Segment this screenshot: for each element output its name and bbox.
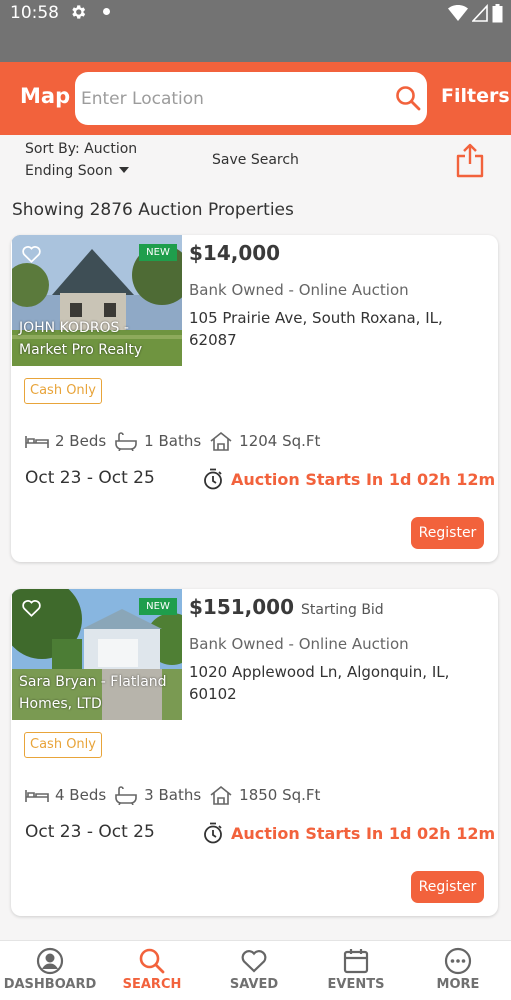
property-photo[interactable]: NEW JOHN KODROS - Market Pro Realty xyxy=(12,235,182,366)
auction-countdown: Auction Starts In 1d 02h 12m xyxy=(203,822,495,844)
settings-gear-icon xyxy=(72,5,86,19)
nav-label: DASHBOARD xyxy=(3,977,97,992)
results-summary: Showing 2876 Auction Properties xyxy=(12,200,294,220)
search-icon xyxy=(139,948,165,974)
heart-icon xyxy=(241,950,267,973)
auction-dates: Oct 23 - Oct 25 xyxy=(25,468,155,488)
listing-card[interactable]: NEW JOHN KODROS - Market Pro Realty $14,… xyxy=(11,235,498,562)
location-search-box xyxy=(75,72,427,125)
nav-item-more[interactable]: MORE xyxy=(408,947,508,992)
register-button[interactable]: Register xyxy=(411,517,484,549)
calendar-icon xyxy=(343,949,369,974)
property-features: 4 Beds 3 Baths 1850 Sq.Ft xyxy=(25,785,328,805)
cash-only-badge: Cash Only xyxy=(24,378,102,404)
auction-dates: Oct 23 - Oct 25 xyxy=(25,822,155,842)
listing-address: 1020 Applewood Ln, Algonquin, IL, 60102 xyxy=(189,663,450,703)
filters-button[interactable]: Filters xyxy=(441,85,510,107)
bathtub-icon xyxy=(115,786,137,805)
bottom-navigation: DASHBOARD SEARCH SAVED EVENTS MORE xyxy=(0,940,511,1000)
countdown-text: Auction Starts In 1d 02h 12m xyxy=(231,469,496,489)
caret-down-icon xyxy=(118,167,129,173)
notification-dot-icon xyxy=(103,8,110,15)
price-note: Starting Bid xyxy=(301,602,384,618)
nav-item-search[interactable]: SEARCH xyxy=(102,947,202,992)
status-time: 10:58 xyxy=(10,3,59,23)
house-area-icon xyxy=(210,785,232,805)
nav-item-dashboard[interactable]: DASHBOARD xyxy=(0,947,100,992)
nav-label: SEARCH xyxy=(122,977,182,992)
status-bar: 10:58 xyxy=(0,0,511,62)
account-circle-icon xyxy=(36,947,64,975)
bathtub-icon xyxy=(115,432,137,451)
beds-count: 4 Beds xyxy=(55,786,107,804)
location-search-input[interactable] xyxy=(81,72,381,125)
stopwatch-icon xyxy=(204,822,222,844)
nav-item-saved[interactable]: SAVED xyxy=(204,947,304,992)
auction-type: Bank Owned - Online Auction xyxy=(189,635,409,653)
sort-label[interactable]: Sort By: Auction xyxy=(25,141,137,157)
stopwatch-icon xyxy=(204,468,222,490)
auction-type: Bank Owned - Online Auction xyxy=(189,281,409,299)
sort-dropdown[interactable]: Ending Soon xyxy=(25,163,129,179)
nav-label: MORE xyxy=(436,977,480,992)
square-feet: 1204 Sq.Ft xyxy=(239,432,321,450)
nav-item-events[interactable]: EVENTS xyxy=(306,947,406,992)
baths-count: 1 Baths xyxy=(144,432,202,450)
signal-icon xyxy=(472,4,488,22)
listing-address: 105 Prairie Ave, South Roxana, IL, 62087 xyxy=(189,309,443,349)
battery-icon xyxy=(492,3,503,22)
nav-label: SAVED xyxy=(229,977,279,992)
favorite-heart-icon[interactable] xyxy=(21,244,42,263)
agent-name: JOHN KODROS - Market Pro Realty xyxy=(19,320,143,358)
more-icon xyxy=(444,947,472,975)
price-row: $14,000 xyxy=(189,241,287,265)
beds-count: 2 Beds xyxy=(55,432,107,450)
save-search-button[interactable]: Save Search xyxy=(212,152,299,168)
property-features: 2 Beds 1 Baths 1204 Sq.Ft xyxy=(25,431,328,451)
register-button[interactable]: Register xyxy=(411,871,484,903)
map-button[interactable]: Map xyxy=(20,84,70,108)
sort-value: Ending Soon xyxy=(25,163,113,179)
countdown-text: Auction Starts In 1d 02h 12m xyxy=(231,823,496,843)
price-row: $151,000 Starting Bid xyxy=(189,595,384,619)
share-icon[interactable] xyxy=(455,142,485,178)
nav-label: EVENTS xyxy=(327,977,385,992)
bed-icon xyxy=(25,436,49,448)
status-indicators xyxy=(448,3,503,23)
sort-bar: Sort By: Auction Ending Soon Save Search xyxy=(0,135,511,187)
property-photo[interactable]: NEW Sara Bryan - Flatland Homes, LTD xyxy=(12,589,182,720)
agent-name: Sara Bryan - Flatland Homes, LTD xyxy=(19,674,167,712)
favorite-heart-icon[interactable] xyxy=(21,598,42,617)
cash-only-badge: Cash Only xyxy=(24,732,102,758)
new-badge: NEW xyxy=(139,598,177,615)
search-icon[interactable] xyxy=(395,85,421,111)
listing-price: $151,000 xyxy=(189,595,295,619)
new-badge: NEW xyxy=(139,244,177,261)
baths-count: 3 Baths xyxy=(144,786,202,804)
listing-price: $14,000 xyxy=(189,241,281,265)
app-header: Map Filters xyxy=(0,62,511,135)
listing-card[interactable]: NEW Sara Bryan - Flatland Homes, LTD $15… xyxy=(11,589,498,916)
bed-icon xyxy=(25,790,49,802)
wifi-icon xyxy=(448,5,468,21)
auction-countdown: Auction Starts In 1d 02h 12m xyxy=(203,468,495,490)
house-area-icon xyxy=(210,431,232,451)
square-feet: 1850 Sq.Ft xyxy=(239,786,321,804)
